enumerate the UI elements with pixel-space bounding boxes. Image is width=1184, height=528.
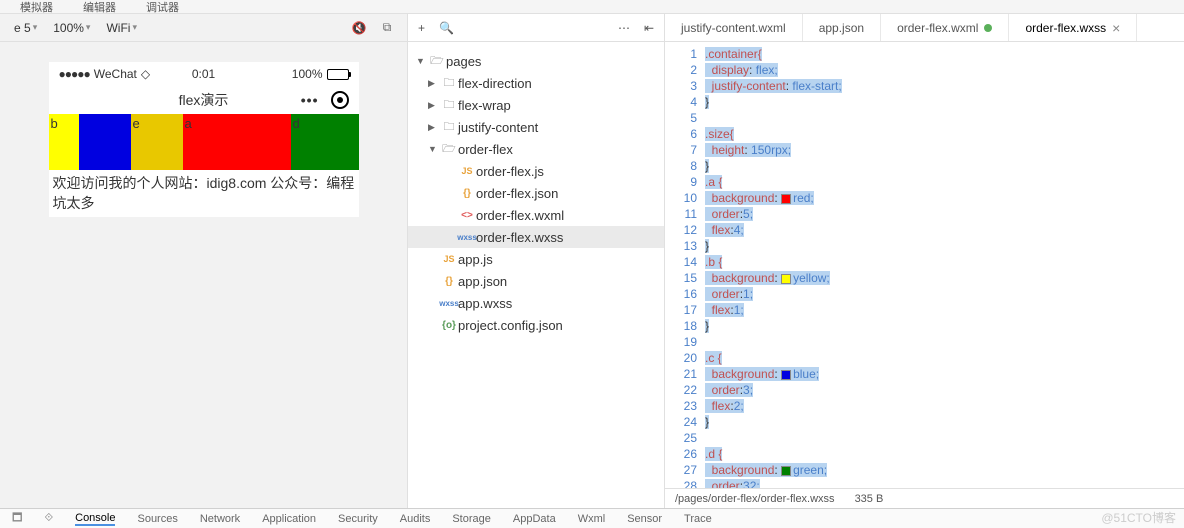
more-icon[interactable]: ⋯ [618, 21, 630, 35]
wifi-icon: ◇ [141, 67, 150, 81]
file-explorer-pane: + 🔍 ⋯ ⇤ ▼🗁pages ▶🗀flex-direction ▶🗀flex-… [407, 14, 665, 508]
modified-dot-icon [984, 24, 992, 32]
close-icon[interactable]: × [1112, 20, 1120, 36]
flex-box-c [79, 114, 131, 170]
file-size: 335 B [855, 493, 884, 505]
folder-icon: 🗀 [440, 96, 458, 115]
line-gutter: 1234567891011121314151617181920212223242… [665, 42, 705, 488]
tab-justify-content[interactable]: justify-content.wxml [665, 14, 803, 41]
devtools-inspect-icon[interactable]: ⟐ [44, 512, 53, 525]
folder-icon: 🗀 [440, 118, 458, 137]
devtools-tab-storage[interactable]: Storage [452, 513, 491, 525]
status-bar: ●●●●● WeChat ◇ 0:01 100% [49, 62, 359, 86]
file-order-flex-wxss[interactable]: wxssorder-flex.wxss [408, 226, 664, 248]
new-file-icon[interactable]: + [418, 21, 425, 35]
menu-item[interactable]: 模拟器 [20, 0, 53, 14]
editor-pane: justify-content.wxml app.json order-flex… [665, 14, 1184, 508]
close-mini-icon[interactable] [331, 91, 349, 109]
clock-label: 0:01 [192, 67, 215, 81]
flex-box-e: e [131, 114, 183, 170]
menu-item[interactable]: 调试器 [146, 0, 179, 14]
page-title: flex演示 [179, 90, 229, 110]
folder-flex-wrap[interactable]: ▶🗀flex-wrap [408, 94, 664, 116]
file-order-flex-js[interactable]: JSorder-flex.js [408, 160, 664, 182]
file-app-json[interactable]: {}app.json [408, 270, 664, 292]
simulator-toolbar: e 5▾ 100%▾ WiFi▾ 🔇 ⧉ [0, 14, 407, 42]
folder-icon: 🗀 [440, 74, 458, 93]
devtools-tab-security[interactable]: Security [338, 513, 378, 525]
simulator-pane: e 5▾ 100%▾ WiFi▾ 🔇 ⧉ ●●●●● WeChat ◇ 0:01… [0, 14, 407, 508]
devtools-tab-wxml[interactable]: Wxml [578, 513, 606, 525]
json-icon: {} [440, 276, 458, 287]
folder-open-icon: 🗁 [428, 52, 446, 71]
top-menu-bar: 模拟器 编辑器 调试器 [0, 0, 1184, 14]
folder-open-icon: 🗁 [440, 140, 458, 159]
folder-pages[interactable]: ▼🗁pages [408, 50, 664, 72]
mute-icon[interactable]: 🔇 [349, 18, 369, 38]
tab-order-flex-wxml[interactable]: order-flex.wxml [881, 14, 1009, 41]
wxss-icon: wxss [458, 233, 476, 242]
folder-justify-content[interactable]: ▶🗀justify-content [408, 116, 664, 138]
wxss-icon: wxss [440, 299, 458, 308]
folder-order-flex[interactable]: ▼🗁order-flex [408, 138, 664, 160]
collapse-icon[interactable]: ⇤ [644, 21, 654, 35]
code-area[interactable]: .container{ display: flex; justify-conte… [705, 42, 1184, 488]
json-icon: {} [458, 188, 476, 199]
tab-order-flex-wxss[interactable]: order-flex.wxss× [1009, 14, 1137, 41]
battery-icon [327, 69, 349, 80]
file-tree: ▼🗁pages ▶🗀flex-direction ▶🗀flex-wrap ▶🗀j… [408, 42, 664, 344]
flex-box-a: a [183, 114, 291, 170]
file-path: /pages/order-flex/order-flex.wxss [675, 493, 835, 505]
devtools-tab-console[interactable]: Console [75, 512, 115, 526]
devtools-tab-appdata[interactable]: AppData [513, 513, 556, 525]
file-order-flex-json[interactable]: {}order-flex.json [408, 182, 664, 204]
js-icon: JS [440, 254, 458, 264]
js-icon: JS [458, 166, 476, 176]
flex-box-d: d [291, 114, 359, 170]
dock-icon[interactable]: ⧉ [377, 18, 397, 38]
devtools-tab-audits[interactable]: Audits [400, 513, 431, 525]
devtools-tab-trace[interactable]: Trace [684, 513, 712, 525]
device-frame: ●●●●● WeChat ◇ 0:01 100% flex演示 ••• b e … [49, 62, 359, 217]
site-text: 欢迎访问我的个人网站：idig8.com 公众号：编程坑太多 [49, 170, 359, 217]
file-project-config[interactable]: {o}project.config.json [408, 314, 664, 336]
devtools-tab-network[interactable]: Network [200, 513, 240, 525]
nav-bar: flex演示 ••• [49, 86, 359, 114]
config-icon: {o} [440, 320, 458, 331]
flex-box-b: b [49, 114, 79, 170]
editor-tabs: justify-content.wxml app.json order-flex… [665, 14, 1184, 42]
file-order-flex-wxml[interactable]: <>order-flex.wxml [408, 204, 664, 226]
path-bar: /pages/order-flex/order-flex.wxss 335 B [665, 488, 1184, 508]
devtools-tab-sensor[interactable]: Sensor [627, 513, 662, 525]
zoom-select[interactable]: 100%▾ [49, 19, 94, 37]
file-app-wxss[interactable]: wxssapp.wxss [408, 292, 664, 314]
device-select[interactable]: e 5▾ [10, 19, 41, 37]
menu-item[interactable]: 编辑器 [83, 0, 116, 14]
file-app-js[interactable]: JSapp.js [408, 248, 664, 270]
folder-flex-direction[interactable]: ▶🗀flex-direction [408, 72, 664, 94]
devtools-dock-icon[interactable]: 🗖 [12, 509, 22, 528]
explorer-toolbar: + 🔍 ⋯ ⇤ [408, 14, 664, 42]
network-select[interactable]: WiFi▾ [102, 19, 141, 37]
watermark: @51CTO博客 [1101, 509, 1176, 526]
signal-dots: ●●●●● [59, 67, 90, 81]
devtools-tabs: 🗖 ⟐ Console Sources Network Application … [0, 508, 1184, 528]
carrier-label: WeChat [94, 67, 137, 81]
battery-indicator: 100% [292, 67, 349, 81]
more-icon[interactable]: ••• [301, 92, 319, 108]
devtools-tab-sources[interactable]: Sources [137, 513, 177, 525]
devtools-tab-application[interactable]: Application [262, 513, 316, 525]
tab-app-json[interactable]: app.json [803, 14, 881, 41]
code-editor[interactable]: 1234567891011121314151617181920212223242… [665, 42, 1184, 488]
search-icon[interactable]: 🔍 [439, 21, 454, 35]
flex-demo-row: b e a d [49, 114, 359, 170]
wxml-icon: <> [458, 210, 476, 221]
